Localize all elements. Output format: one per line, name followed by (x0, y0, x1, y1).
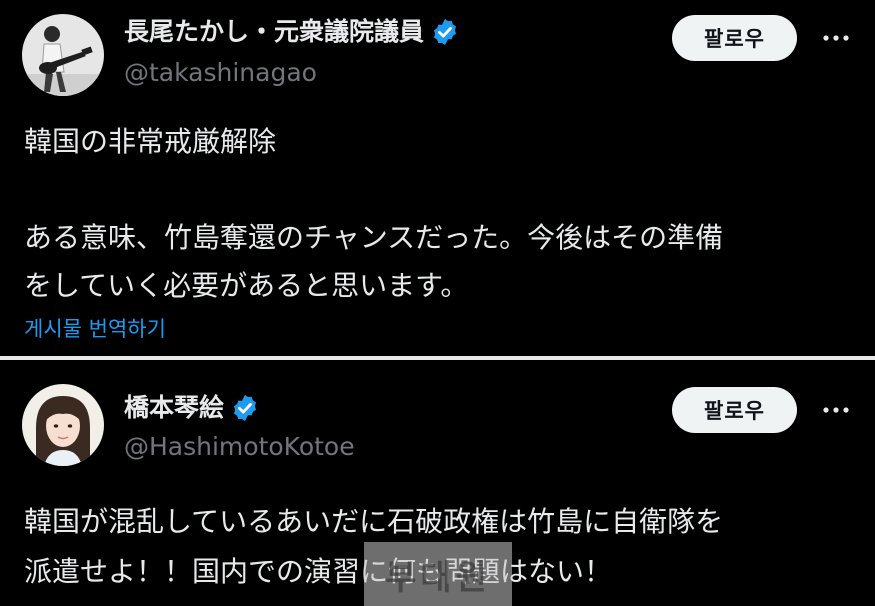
more-options-button[interactable] (816, 22, 856, 54)
display-name-text[interactable]: 橋本琴絵 (124, 390, 224, 426)
more-dots-icon (823, 407, 849, 413)
tweet-text-line: をしていく必要があると思います。 (24, 269, 469, 302)
follow-button[interactable]: 팔로우 (672, 15, 797, 61)
display-name[interactable]: 長尾たかし・元衆議院議員 (124, 14, 460, 50)
display-name-text[interactable]: 長尾たかし・元衆議院議員 (124, 14, 424, 50)
tweet-card[interactable]: 長尾たかし・元衆議院議員 @takashinagao 팔로우 韓国の非常戒厳解除… (0, 0, 875, 356)
tweet-text-line: ある意味、竹島奪還のチャンスだった。今後はその準備 (24, 221, 724, 254)
watermark: 부대원 (364, 542, 512, 606)
tweet-text-line: 派遣せよ！！国内での演習に何も問題はない！ (24, 555, 613, 588)
user-handle[interactable]: @takashinagao (124, 56, 317, 90)
follow-button[interactable]: 팔로우 (672, 387, 797, 433)
translate-post-link[interactable]: 게시물 번역하기 (24, 314, 166, 344)
more-options-button[interactable] (816, 394, 856, 426)
verified-badge-icon (234, 394, 257, 422)
more-dots-icon (823, 35, 849, 41)
user-handle[interactable]: @HashimotoKotoe (124, 430, 355, 464)
avatar[interactable] (22, 14, 104, 96)
guitar-player-photo-icon (22, 14, 104, 96)
tweet-text-line: 韓国が混乱しているあいだに石破政権は竹島に自衛隊を (24, 505, 724, 538)
avatar[interactable] (22, 384, 104, 466)
display-name[interactable]: 橋本琴絵 (124, 390, 260, 426)
woman-portrait-photo-icon (22, 384, 104, 466)
tweet-text-line: 韓国の非常戒厳解除 (24, 125, 277, 158)
verified-badge-icon (434, 18, 457, 46)
